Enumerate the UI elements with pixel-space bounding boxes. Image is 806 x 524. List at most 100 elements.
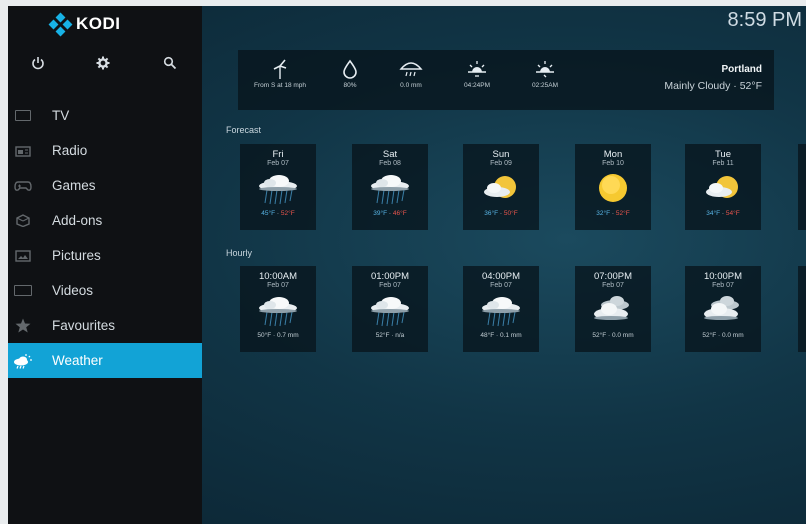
sidebar-item-label: Add-ons: [52, 213, 103, 228]
sidebar-item-games[interactable]: Games: [8, 168, 202, 203]
humidity-info: 80%: [330, 56, 370, 89]
forecast-temps: 32°F · 52°F: [596, 210, 630, 217]
hourly-detail: 52°F · n/a: [375, 332, 405, 339]
sidebar-item-label: Pictures: [52, 248, 101, 263]
wind-info: From S at 18 mph: [252, 56, 308, 89]
clock: 8:59 PM: [727, 9, 802, 31]
sidebar-item-videos[interactable]: Videos: [8, 273, 202, 308]
forecast-card[interactable]: Mon Feb 10 32°F · 52°F: [575, 144, 651, 230]
sidebar-item-tv[interactable]: TV: [8, 98, 202, 133]
precipitation-text: 0.0 mm: [400, 82, 422, 89]
forecast-card[interactable]: Tue Feb 11 34°F · 54°F: [685, 144, 761, 230]
forecast-date: Feb 11: [712, 160, 734, 167]
sidebar-item-addons[interactable]: Add-ons: [8, 203, 202, 238]
sidebar-item-weather[interactable]: Weather: [8, 343, 202, 378]
kodi-logo[interactable]: KODI: [48, 12, 121, 37]
sidebar-item-favourites[interactable]: Favourites: [8, 308, 202, 343]
temp-high: 52°F: [280, 210, 295, 217]
partly-sunny-icon: [463, 168, 539, 208]
sidebar-item-label: Favourites: [52, 318, 116, 333]
rain-cloud-icon: [240, 168, 316, 208]
forecast-temps: 45°F · 52°F: [261, 210, 295, 217]
search-icon[interactable]: [159, 52, 181, 74]
hourly-card[interactable]: 07:00PM Feb 07 52°F · 0.0 mm: [575, 266, 651, 352]
power-icon[interactable]: [27, 52, 49, 74]
umbrella-icon: [388, 56, 434, 82]
gamepad-icon: [12, 179, 34, 193]
humidity-text: 80%: [343, 82, 357, 89]
hourly-time: 10:00AM: [258, 271, 298, 282]
pictures-icon: [12, 249, 34, 263]
forecast-card[interactable]: Fri Feb 07 45°F · 52°F: [240, 144, 316, 230]
droplet-icon: [330, 56, 370, 82]
location-block: Portland Mainly Cloudy · 52°F: [664, 64, 762, 92]
sidebar-item-label: Radio: [52, 143, 88, 158]
hourly-date: Feb 07: [712, 282, 734, 289]
hourly-date: Feb 07: [490, 282, 512, 289]
forecast-card-partial[interactable]: [798, 144, 806, 230]
addons-icon: [12, 214, 34, 228]
sidebar-item-label: TV: [52, 108, 70, 123]
hourly-card[interactable]: 10:00AM Feb 07 50°F · 0.7 mm: [240, 266, 316, 352]
forecast-temps: 36°F · 50°F: [484, 210, 518, 217]
hourly-date: Feb 07: [379, 282, 401, 289]
sidebar: KODI TV Radio Games Add-ons Pictures Vid…: [8, 6, 202, 524]
sun-icon: [575, 168, 651, 208]
current-condition: Mainly Cloudy · 52°F: [664, 80, 762, 92]
temp-low: 45°F: [261, 210, 276, 217]
main-menu: TV Radio Games Add-ons Pictures Videos F…: [8, 98, 202, 378]
hourly-card[interactable]: 01:00PM Feb 07 52°F · n/a: [352, 266, 428, 352]
temp-low: 39°F: [373, 210, 388, 217]
sunset-icon: [522, 56, 568, 82]
tv-icon: [12, 109, 34, 123]
current-conditions-panel: From S at 18 mph 80% 0.0 mm 04:24PM 02:2…: [238, 50, 774, 110]
hourly-label: Hourly: [226, 248, 253, 258]
sidebar-item-pictures[interactable]: Pictures: [8, 238, 202, 273]
kodi-logo-icon: [48, 12, 73, 37]
forecast-date: Feb 09: [490, 160, 512, 167]
sidebar-item-label: Weather: [52, 353, 103, 368]
forecast-day: Mon: [603, 149, 623, 160]
forecast-date: Feb 10: [602, 160, 624, 167]
temp-high: 46°F: [392, 210, 407, 217]
wind-turbine-icon: [252, 56, 308, 82]
hourly-card[interactable]: 04:00PM Feb 07 48°F · 0.1 mm: [463, 266, 539, 352]
forecast-temps: 39°F · 46°F: [373, 210, 407, 217]
sidebar-item-label: Videos: [52, 283, 94, 298]
hourly-detail: 50°F · 0.7 mm: [257, 332, 299, 339]
hourly-detail: 48°F · 0.1 mm: [480, 332, 522, 339]
forecast-card[interactable]: Sun Feb 09 36°F · 50°F: [463, 144, 539, 230]
gear-icon[interactable]: [92, 52, 114, 74]
precipitation-info: 0.0 mm: [388, 56, 434, 89]
sunrise-info: 04:24PM: [454, 56, 500, 89]
temp-high: 54°F: [725, 210, 740, 217]
temp-low: 32°F: [596, 210, 611, 217]
temp-high: 52°F: [615, 210, 630, 217]
cloudy-icon: [575, 290, 651, 330]
hourly-card[interactable]: 10:00PM Feb 07 52°F · 0.0 mm: [685, 266, 761, 352]
forecast-temps: 34°F · 54°F: [706, 210, 740, 217]
rain-cloud-icon: [352, 290, 428, 330]
forecast-day: Tue: [714, 149, 732, 160]
rain-cloud-icon: [240, 290, 316, 330]
weather-icon: [12, 353, 34, 369]
hourly-detail: 52°F · 0.0 mm: [592, 332, 634, 339]
hourly-date: Feb 07: [602, 282, 624, 289]
temp-low: 36°F: [484, 210, 499, 217]
sidebar-item-radio[interactable]: Radio: [8, 133, 202, 168]
videos-icon: [12, 284, 34, 298]
hourly-time: 04:00PM: [481, 271, 521, 282]
sidebar-item-label: Games: [52, 178, 96, 193]
temp-low: 34°F: [706, 210, 721, 217]
forecast-day: Sun: [492, 149, 510, 160]
rain-cloud-icon: [352, 168, 428, 208]
sunrise-icon: [454, 56, 500, 82]
temp-high: 50°F: [503, 210, 518, 217]
kodi-screen: KODI TV Radio Games Add-ons Pictures Vid…: [8, 6, 806, 524]
forecast-date: Feb 08: [379, 160, 401, 167]
hourly-time: 10:00PM: [703, 271, 743, 282]
forecast-card[interactable]: Sat Feb 08 39°F · 46°F: [352, 144, 428, 230]
hourly-card-partial[interactable]: [798, 266, 806, 352]
radio-icon: [12, 144, 34, 158]
top-icon-bar: [8, 52, 202, 74]
